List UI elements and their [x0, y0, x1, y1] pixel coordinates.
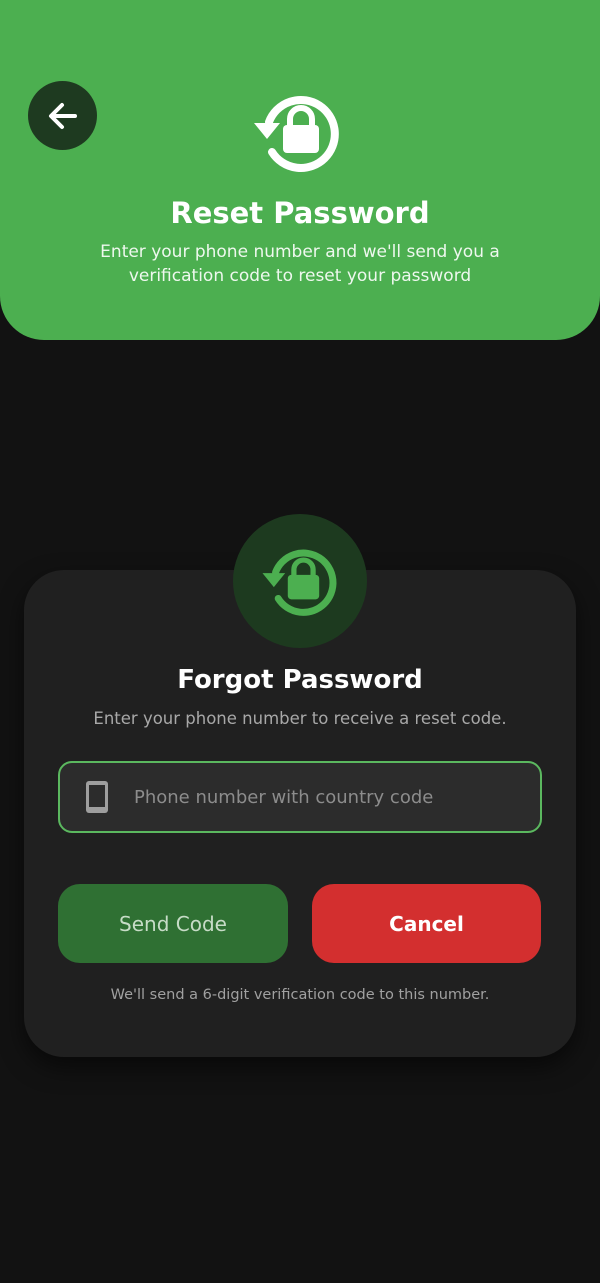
verification-note: We'll send a 6-digit verification code t…: [110, 987, 490, 1003]
arrow-left-icon: [48, 102, 77, 129]
lock-reset-icon: [254, 96, 339, 172]
header-banner: Reset Password Enter your phone number a…: [0, 0, 600, 340]
phone-icon: [86, 781, 108, 813]
send-code-button[interactable]: Send Code: [58, 884, 288, 963]
cancel-button[interactable]: Cancel: [312, 884, 541, 963]
back-button[interactable]: [28, 81, 97, 150]
card-title: Forgot Password: [177, 665, 423, 695]
card-icon-badge: [233, 514, 367, 648]
reset-password-screen: Reset Password Enter your phone number a…: [0, 0, 600, 1283]
page-subtitle: Enter your phone number and we'll send y…: [100, 242, 500, 286]
phone-field[interactable]: [58, 761, 542, 833]
card-subtitle: Enter your phone number to receive a res…: [93, 709, 507, 728]
page-title: Reset Password: [170, 196, 430, 230]
phone-input[interactable]: [132, 766, 540, 828]
lock-reset-icon: [262, 549, 337, 616]
